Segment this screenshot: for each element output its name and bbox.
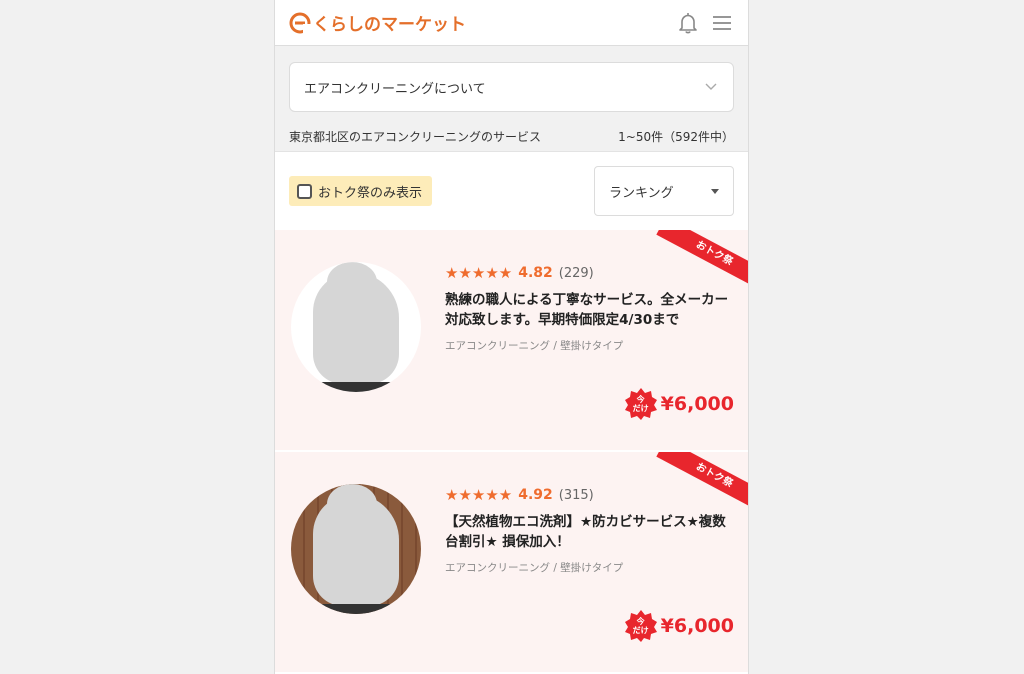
limited-time-badge: 今 だけ xyxy=(624,388,657,420)
category-select[interactable]: エアコンクリーニングについて xyxy=(289,62,734,112)
photo-blur xyxy=(313,272,399,384)
review-count: (229) xyxy=(558,265,594,281)
price-row: 今 だけ ¥6,000 xyxy=(624,388,734,420)
listing-title[interactable]: 熟練の職人による丁寧なサービス。全メーカー対応致します。早期特価限定4/30まで xyxy=(445,290,737,330)
listing-title[interactable]: 【天然植物エコ洗剤】★防カビサービス★複数台割引★ 損保加入！ xyxy=(445,512,737,552)
badge-line2: だけ xyxy=(632,626,649,635)
listing-range: 1~50件（592件中） xyxy=(618,130,734,144)
filter-bar: おトク祭のみ表示 ランキング xyxy=(275,152,748,230)
chevron-down-icon xyxy=(705,83,717,90)
badge-line2: だけ xyxy=(632,404,649,413)
listing-category: エアコンクリーニング / 壁掛けタイプ xyxy=(445,340,624,352)
sort-select-label: ランキング xyxy=(609,185,674,201)
listing-meta: 東京都北区のエアコンクリーニングのサービス 1~50件（592件中） xyxy=(289,128,734,145)
otoku-checkbox[interactable] xyxy=(297,183,312,199)
provider-photo xyxy=(291,262,421,392)
badge-line1: 今 xyxy=(636,395,645,404)
caret-down-icon xyxy=(711,188,719,194)
logo-mark-icon xyxy=(289,12,311,34)
otoku-filter-label: おトク祭のみ表示 xyxy=(318,185,423,201)
rating-score: 4.82 xyxy=(518,265,553,281)
site-header: くらしのマーケット xyxy=(275,0,748,46)
price: ¥6,000 xyxy=(660,615,734,637)
rating-score: 4.92 xyxy=(518,487,553,503)
listing-context: 東京都北区のエアコンクリーニングのサービス xyxy=(289,130,542,144)
listing-info: ★★★★★ 4.82 (229) 熟練の職人による丁寧なサービス。全メーカー対応… xyxy=(445,264,737,353)
search-context: エアコンクリーニングについて 東京都北区のエアコンクリーニングのサービス 1~5… xyxy=(275,46,748,152)
photo-floor xyxy=(291,382,421,392)
rating-row: ★★★★★ 4.82 (229) xyxy=(445,264,737,282)
logo-text: くらしのマーケット xyxy=(313,15,466,35)
listing-card[interactable]: おトク祭 ★★★★★ 4.82 (229) 熟練の職人による丁寧なサービス。全メ… xyxy=(275,230,748,452)
site-logo[interactable]: くらしのマーケット xyxy=(289,10,466,35)
review-count: (315) xyxy=(558,487,594,503)
listing-card[interactable]: おトク祭 ★★★★★ 4.92 (315) 【天然植物エコ洗剤】★防カビサービス… xyxy=(275,452,748,674)
rating-row: ★★★★★ 4.92 (315) xyxy=(445,486,737,504)
provider-photo xyxy=(291,484,421,614)
mobile-viewport: くらしのマーケット エアコンクリーニングについて 東京都北区のエアコンクリーニン… xyxy=(274,0,749,674)
header-actions xyxy=(678,12,732,34)
rating-stars-icon: ★★★★★ xyxy=(445,486,513,504)
rating-stars-icon: ★★★★★ xyxy=(445,264,513,282)
listing-info: ★★★★★ 4.92 (315) 【天然植物エコ洗剤】★防カビサービス★複数台割… xyxy=(445,486,737,575)
bell-icon[interactable] xyxy=(678,12,698,34)
photo-blur xyxy=(313,494,399,606)
sort-select[interactable]: ランキング xyxy=(594,166,734,216)
otoku-only-filter[interactable]: おトク祭のみ表示 xyxy=(289,176,433,206)
price: ¥6,000 xyxy=(660,393,734,415)
menu-icon[interactable] xyxy=(712,15,732,31)
badge-line1: 今 xyxy=(636,617,645,626)
price-row: 今 だけ ¥6,000 xyxy=(624,610,734,642)
listing-category: エアコンクリーニング / 壁掛けタイプ xyxy=(445,562,624,574)
limited-time-badge: 今 だけ xyxy=(624,610,657,642)
category-select-label: エアコンクリーニングについて xyxy=(304,81,486,97)
photo-floor xyxy=(291,604,421,614)
